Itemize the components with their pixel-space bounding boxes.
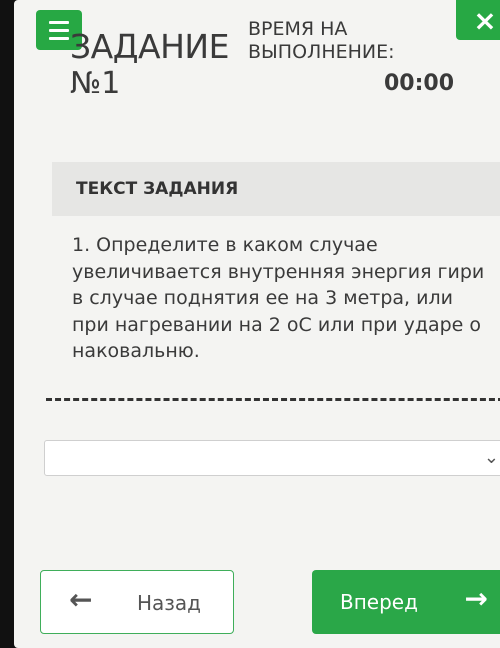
answer-blank [46,398,500,401]
task-number: №1 [70,66,121,101]
answer-select[interactable]: ⌄ [44,440,500,476]
back-button[interactable]: ← Назад [40,570,234,634]
back-label: Назад [137,591,202,615]
close-button[interactable]: × [456,0,500,40]
task-title: ЗАДАНИЕ [70,27,229,66]
time-value: 00:00 [384,71,455,96]
next-button[interactable]: Вперед → [312,570,500,634]
section-header: ТЕКСТ ЗАДАНИЯ [52,162,500,216]
time-label: ВРЕМЯ НА ВЫПОЛНЕНИЕ: [248,18,395,63]
task-text: 1. Определите в каком случае увеличивает… [72,234,485,362]
arrow-right-icon: → [464,582,488,615]
close-icon: × [473,3,497,37]
screen: × ЗАДАНИЕ №1 ВРЕМЯ НА ВЫПОЛНЕНИЕ: 00:00 … [14,0,500,648]
chevron-down-icon: ⌄ [483,447,499,468]
arrow-left-icon: ← [69,583,93,616]
next-label: Вперед [340,590,418,614]
